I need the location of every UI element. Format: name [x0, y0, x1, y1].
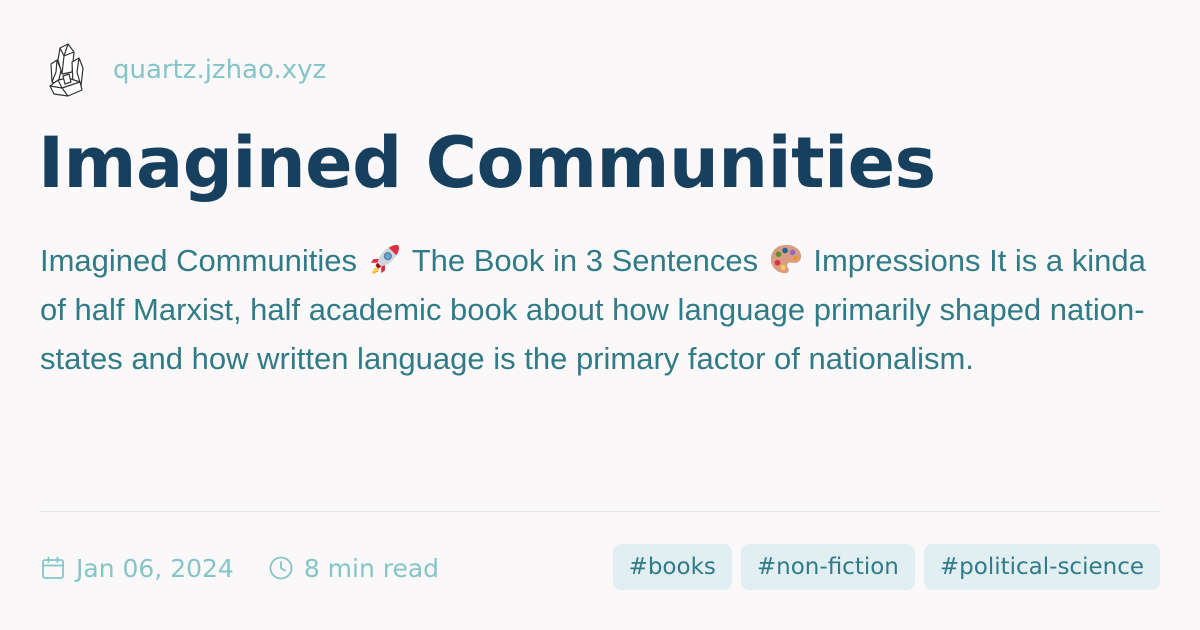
read-time: 8 min read [303, 553, 440, 583]
description-part-1: Imagined Communities [40, 243, 358, 278]
rocket-emoji-icon [370, 244, 399, 275]
date-meta: Jan 06, 2024 [40, 554, 234, 583]
read-time-meta: 8 min read [268, 554, 439, 583]
site-header: quartz.jzhao.xyz [46, 40, 326, 100]
footer-divider [40, 511, 1160, 512]
calendar-icon [42, 556, 64, 579]
tag-non-fiction[interactable]: #non-fiction [740, 544, 915, 590]
clock-icon [269, 556, 293, 580]
crystal-logo-icon [49, 43, 84, 97]
description-part-2: The Book in 3 Sentences [411, 243, 759, 278]
tag-books[interactable]: #books [612, 544, 732, 590]
article-date: Jan 06, 2024 [76, 553, 234, 583]
page-title: Imagined Communities [38, 122, 936, 204]
tag-list: #books #non-fiction #political-science [604, 544, 1160, 590]
article-meta: Jan 06, 2024 8 min read [40, 548, 439, 588]
site-url[interactable]: quartz.jzhao.xyz [113, 55, 326, 85]
artist-palette-emoji-icon [770, 244, 801, 274]
article-description: Imagined Communities The Book in 3 Sente… [40, 236, 1150, 383]
tag-political-science[interactable]: #political-science [923, 544, 1160, 590]
